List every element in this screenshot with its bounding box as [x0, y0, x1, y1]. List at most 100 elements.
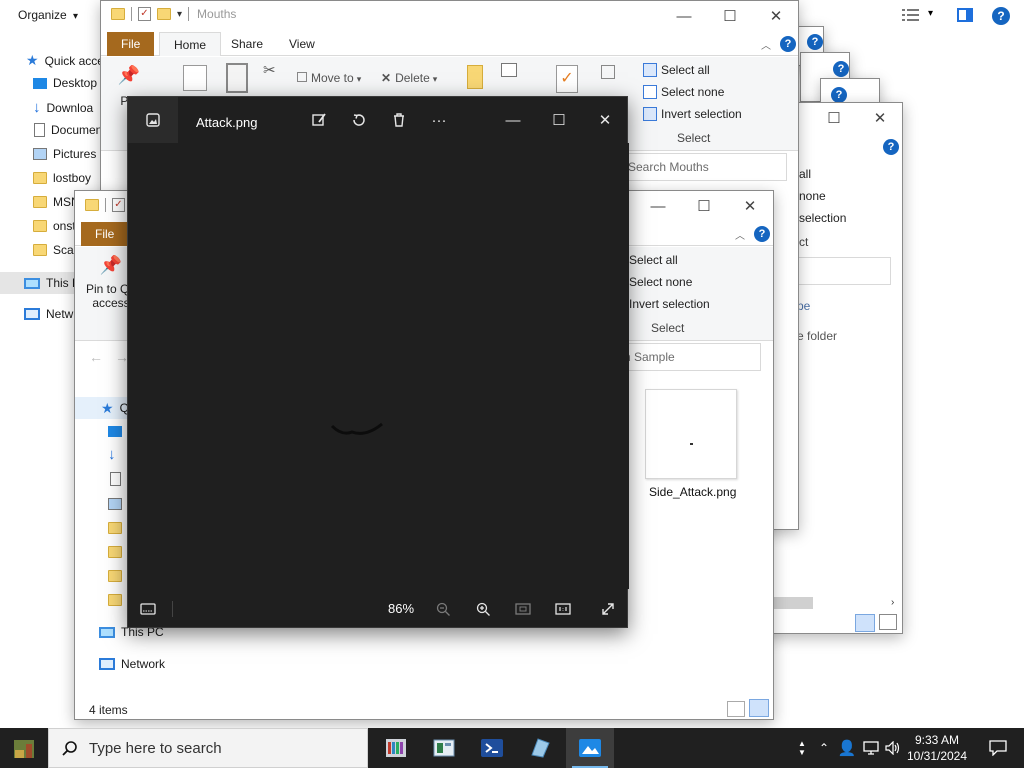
help-button[interactable]: ?: [992, 7, 1010, 25]
nav-folder-4[interactable]: [108, 594, 122, 609]
taskbar-app-1[interactable]: [372, 728, 420, 768]
copy-button[interactable]: [183, 65, 207, 91]
maximize-button[interactable]: ☐: [811, 103, 857, 133]
properties-icon[interactable]: ✓: [138, 7, 151, 21]
back-button[interactable]: ←: [89, 349, 103, 365]
large-icons-toggle[interactable]: [749, 699, 769, 717]
select-none-button[interactable]: Select none: [643, 85, 724, 99]
scroll-right-arrow[interactable]: ›: [891, 597, 894, 608]
scroll-arrows[interactable]: ▲ ▼: [795, 728, 809, 768]
search-box[interactable]: Type here to search: [48, 728, 368, 768]
nav-folder-3[interactable]: [108, 570, 122, 585]
large-icons-toggle[interactable]: [879, 614, 897, 630]
close-button[interactable]: ✕: [857, 103, 902, 133]
start-button[interactable]: [0, 728, 48, 768]
nav-network[interactable]: Network: [99, 657, 165, 671]
zoom-level[interactable]: 86%: [388, 601, 414, 616]
details-view-toggle[interactable]: [727, 701, 745, 717]
maximize-button[interactable]: ☐: [707, 1, 753, 31]
tab-file[interactable]: File: [107, 32, 155, 56]
taskbar-app-4[interactable]: [516, 728, 564, 768]
select-all-button[interactable]: Select all: [621, 253, 678, 267]
nav-documents[interactable]: [110, 472, 121, 489]
invert-selection-button[interactable]: selection: [799, 211, 846, 225]
nav-downloads[interactable]: ↓: [108, 446, 116, 463]
paste-button[interactable]: [226, 63, 248, 93]
nav-folder-msn[interactable]: MSN: [33, 195, 80, 209]
tab-file[interactable]: File: [81, 222, 129, 246]
help-button[interactable]: ?: [807, 34, 823, 50]
minimize-button[interactable]: —: [635, 191, 681, 221]
clock[interactable]: 9:33 AM 10/31/2024: [904, 728, 970, 768]
properties-button[interactable]: ✓: [556, 65, 578, 93]
minimize-button[interactable]: —: [661, 1, 707, 31]
cut-icon[interactable]: ✂: [263, 61, 276, 79]
select-all-button[interactable]: Select all: [643, 63, 710, 77]
close-button[interactable]: ✕: [753, 1, 798, 31]
collapse-ribbon-icon[interactable]: ︿: [735, 227, 745, 242]
delete-button[interactable]: ✕ Delete ▾: [381, 71, 437, 85]
taskbar-photos[interactable]: [566, 728, 614, 768]
fit-to-window-button[interactable]: [503, 589, 543, 629]
zoom-out-button[interactable]: [423, 589, 463, 629]
search-box[interactable]: n Sample: [615, 343, 761, 371]
people-icon[interactable]: 👤: [836, 728, 858, 768]
properties-icon[interactable]: ✓: [112, 198, 125, 212]
help-button[interactable]: ?: [831, 87, 847, 103]
organize-menu[interactable]: Organize ▾: [18, 8, 78, 22]
invert-selection-button[interactable]: Invert selection: [621, 297, 710, 311]
nav-desktop[interactable]: Desktop: [33, 76, 97, 90]
nav-network[interactable]: Netw: [24, 307, 73, 321]
nav-pictures[interactable]: Pictures: [33, 147, 96, 161]
new-folder-button[interactable]: [467, 65, 483, 89]
full-screen-button[interactable]: [588, 589, 628, 629]
help-button[interactable]: ?: [780, 36, 796, 52]
new-item-button[interactable]: [501, 63, 517, 77]
preview-pane-button[interactable]: [957, 8, 973, 22]
photos-viewer-window[interactable]: Attack.png ··· — ☐ ✕ 86%: [127, 96, 629, 629]
close-button[interactable]: ✕: [727, 191, 773, 221]
taskbar-powershell[interactable]: [468, 728, 516, 768]
show-hidden-icons-button[interactable]: ⌃: [814, 728, 834, 768]
nav-pictures[interactable]: [108, 498, 122, 513]
details-view-toggle[interactable]: [855, 614, 875, 632]
nav-folder-1[interactable]: [108, 522, 122, 537]
select-all-button[interactable]: all: [799, 167, 811, 181]
select-none-button[interactable]: Select none: [621, 275, 692, 289]
tab-share[interactable]: Share: [217, 32, 277, 56]
nav-folder-onst[interactable]: onst: [33, 219, 76, 233]
tab-home[interactable]: Home: [159, 32, 222, 56]
maximize-button[interactable]: ☐: [681, 191, 727, 221]
move-to-button[interactable]: Move to ▾: [297, 71, 361, 85]
more-options-button[interactable]: ···: [416, 97, 462, 143]
notifications-button[interactable]: [978, 728, 1018, 768]
volume-icon[interactable]: [882, 728, 904, 768]
help-button[interactable]: ?: [833, 61, 849, 77]
maximize-button[interactable]: ☐: [536, 97, 582, 143]
close-button[interactable]: ✕: [582, 97, 628, 143]
network-tray-icon[interactable]: [860, 728, 882, 768]
help-button[interactable]: ?: [883, 139, 899, 155]
nav-downloads[interactable]: ↓ Downloa: [33, 99, 93, 116]
invert-selection-button[interactable]: Invert selection: [643, 107, 742, 121]
nav-folder-lostboy[interactable]: lostboy: [33, 171, 91, 185]
help-button[interactable]: ?: [754, 226, 770, 242]
hscrollbar-thumb[interactable]: [773, 597, 813, 609]
file-thumbnail-side-attack[interactable]: [645, 389, 737, 479]
search-box[interactable]: Search Mouths: [619, 153, 787, 181]
new-folder-icon[interactable]: [157, 8, 171, 20]
collapse-ribbon-icon[interactable]: ︿: [761, 37, 771, 52]
nav-folder-scar[interactable]: Scar: [33, 243, 78, 257]
tab-view[interactable]: View: [275, 32, 329, 56]
nav-folder-2[interactable]: [108, 546, 122, 561]
nav-documents[interactable]: Documen: [34, 123, 102, 137]
view-options-button[interactable]: ▾: [902, 8, 938, 24]
customize-qat-icon[interactable]: ▾: [177, 9, 182, 20]
nav-desktop[interactable]: [108, 426, 122, 440]
nav-quick-access[interactable]: ★ Q: [75, 397, 135, 419]
see-all-photos-button[interactable]: [128, 97, 178, 143]
actual-size-button[interactable]: [543, 589, 583, 629]
type-column-header[interactable]: pe: [797, 299, 810, 313]
zoom-in-button[interactable]: [463, 589, 503, 629]
nav-quick-access[interactable]: ★ Quick acce: [26, 52, 104, 69]
